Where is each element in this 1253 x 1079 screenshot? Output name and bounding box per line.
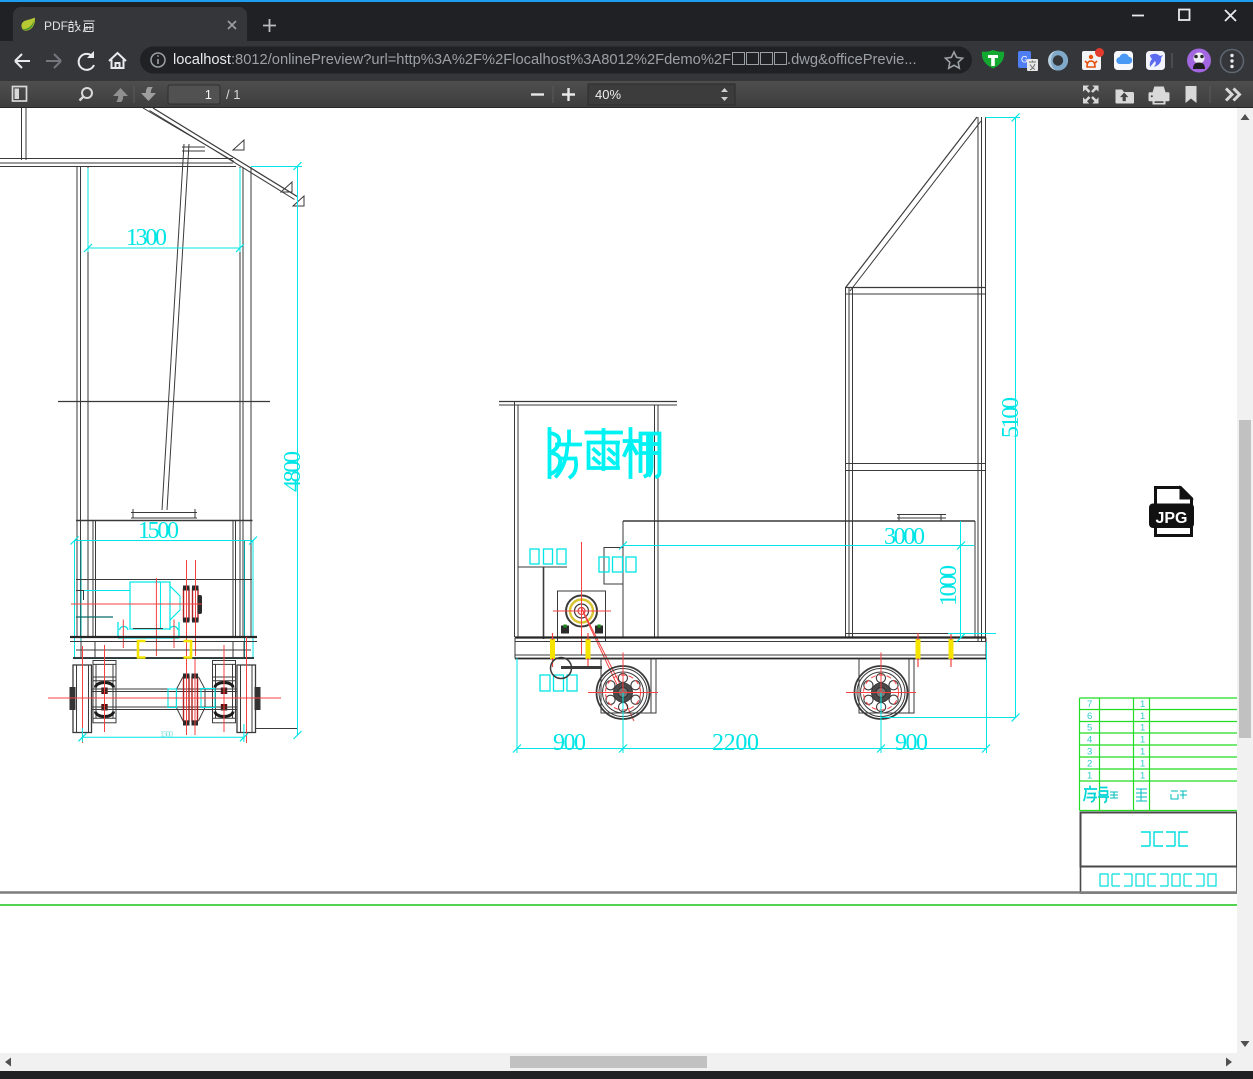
svg-text:1: 1: [1140, 735, 1145, 746]
svg-text:900: 900: [553, 730, 586, 756]
svg-text:4: 4: [1087, 735, 1092, 746]
svg-text:2: 2: [1087, 759, 1092, 770]
svg-text:1: 1: [1140, 759, 1145, 770]
svg-text:1: 1: [1140, 723, 1145, 734]
svg-text:1: 1: [1140, 699, 1145, 710]
svg-text:2200: 2200: [712, 730, 759, 756]
svg-text:G: G: [1021, 55, 1028, 65]
svg-text:1: 1: [205, 87, 212, 102]
svg-text:7: 7: [1087, 699, 1092, 710]
svg-text:1: 1: [1140, 747, 1145, 758]
svg-text:6: 6: [1087, 711, 1092, 722]
svg-text:3000: 3000: [884, 524, 925, 550]
svg-text:5: 5: [1087, 723, 1092, 734]
svg-text:1: 1: [1140, 711, 1145, 722]
svg-text:1000: 1000: [936, 565, 962, 606]
svg-text:1: 1: [1087, 771, 1092, 782]
svg-text:4800: 4800: [280, 451, 306, 492]
svg-text:1: 1: [1140, 771, 1145, 782]
svg-text:900: 900: [895, 730, 928, 756]
svg-text:/ 1: / 1: [226, 87, 240, 102]
svg-text:1300: 1300: [126, 225, 167, 251]
svg-text:5100: 5100: [998, 397, 1024, 438]
svg-text:3: 3: [1087, 747, 1092, 758]
svg-text:40%: 40%: [595, 87, 621, 102]
svg-text:1500: 1500: [160, 730, 173, 739]
svg-text:JPG: JPG: [1155, 510, 1187, 527]
